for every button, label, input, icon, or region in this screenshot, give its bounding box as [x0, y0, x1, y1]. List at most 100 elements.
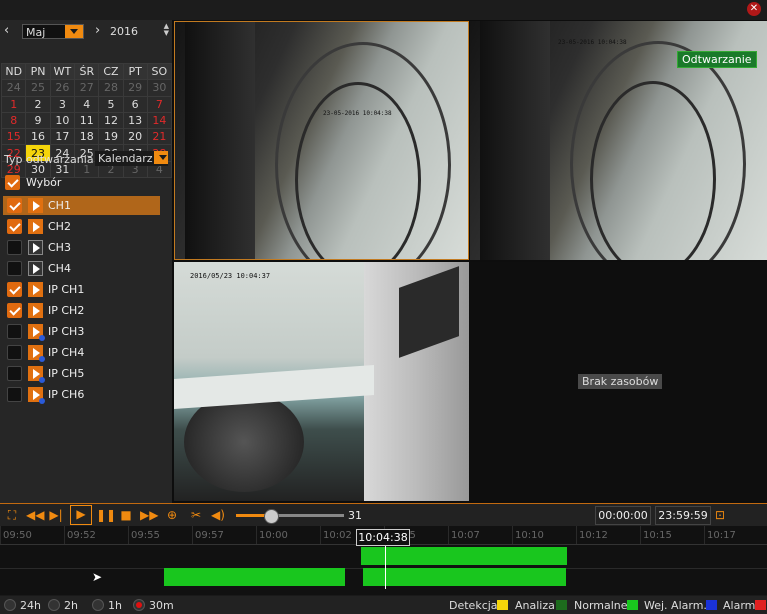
range-radio-1h[interactable] [92, 599, 104, 611]
year-spinner[interactable]: 2016 ▲ ▼ [107, 23, 171, 39]
calendar-day[interactable]: 21 [146, 128, 173, 146]
fullscreen-icon[interactable]: ⛶ [4, 507, 20, 523]
title-bar: ✕ [0, 0, 767, 20]
channel-row[interactable]: IP CH2 [3, 301, 160, 320]
calendar-day[interactable]: 6 [122, 95, 148, 113]
range-radio-24h[interactable] [4, 599, 16, 611]
channel-checkbox[interactable] [7, 198, 22, 213]
timeline-gridline [0, 526, 1, 544]
channel-row[interactable]: CH2 [3, 217, 160, 236]
calendar-day[interactable]: 27 [74, 79, 100, 97]
chart-icon[interactable]: ⊡ [712, 507, 728, 523]
calendar-day[interactable]: 14 [146, 111, 173, 130]
channel-row[interactable]: IP CH6 [3, 385, 160, 404]
volume-icon[interactable]: ◀) [210, 507, 226, 523]
weekday-header: SO [146, 62, 173, 81]
recording-bar [363, 568, 566, 586]
channel-row[interactable]: IP CH1 [3, 280, 160, 299]
channel-checkbox[interactable] [7, 303, 22, 318]
range-radio-30m[interactable] [133, 599, 145, 611]
channel-row[interactable]: CH1 [3, 196, 160, 215]
legend-label: Normalne [574, 599, 628, 612]
timeline-gridline [320, 526, 321, 544]
select-all-row[interactable]: Wybór [3, 173, 163, 192]
prev-month-icon[interactable]: ‹ [4, 23, 9, 38]
calendar-day[interactable]: 5 [98, 95, 124, 113]
playback-type-select[interactable]: Kalendarz [95, 151, 168, 166]
start-time-field[interactable]: 00:00:00 [595, 506, 651, 525]
channel-label: CH3 [48, 241, 71, 254]
play-icon[interactable]: ▶ [70, 505, 92, 525]
channel-checkbox[interactable] [7, 219, 22, 234]
close-icon[interactable]: ✕ [747, 2, 761, 16]
volume-slider-handle[interactable] [264, 509, 279, 524]
video-tile-4[interactable]: Brak zasobów [470, 262, 767, 501]
calendar-day[interactable]: 3 [49, 95, 76, 113]
calendar-day[interactable]: 16 [25, 128, 51, 146]
calendar-day[interactable]: 7 [146, 95, 173, 113]
play-ip-icon [28, 345, 45, 362]
calendar-day[interactable]: 8 [0, 111, 27, 130]
calendar-day[interactable]: 20 [122, 128, 148, 146]
month-select[interactable]: Maj [22, 24, 84, 39]
month-value: Maj [26, 26, 46, 39]
timeline-cursor[interactable] [385, 544, 386, 589]
calendar-day[interactable]: 18 [74, 128, 100, 146]
channel-row[interactable]: IP CH3 [3, 322, 160, 341]
calendar-day[interactable]: 19 [98, 128, 124, 146]
zoom-icon[interactable]: ⊕ [164, 507, 180, 523]
channel-checkbox[interactable] [7, 324, 22, 339]
clip-icon[interactable]: ✂ [188, 507, 204, 523]
calendar-day[interactable]: 11 [74, 111, 100, 130]
calendar-day[interactable]: 30 [146, 79, 173, 97]
pause-icon[interactable]: ❚❚ [96, 507, 116, 523]
calendar-day[interactable]: 1 [0, 95, 27, 113]
calendar-day[interactable]: 28 [98, 79, 124, 97]
calendar-day[interactable]: 17 [49, 128, 76, 146]
channel-checkbox[interactable] [7, 261, 22, 276]
calendar-day[interactable]: 29 [122, 79, 148, 97]
calendar-day[interactable]: 4 [74, 95, 100, 113]
calendar-day[interactable]: 15 [0, 128, 27, 146]
channel-checkbox[interactable] [7, 282, 22, 297]
channel-checkbox[interactable] [7, 387, 22, 402]
chevron-down-icon [65, 25, 83, 38]
legend-label: Analiza [515, 599, 555, 612]
weekday-header: PT [122, 62, 148, 81]
stop-icon[interactable]: ■ [118, 507, 134, 523]
channel-row[interactable]: CH3 [3, 238, 160, 257]
volume-slider[interactable] [236, 509, 344, 524]
timeline-tick-label: 09:55 [131, 530, 160, 541]
calendar-day[interactable]: 12 [98, 111, 124, 130]
fast-forward-icon[interactable]: ▶▶ [140, 507, 158, 523]
calendar-day[interactable]: 25 [25, 79, 51, 97]
channel-checkbox[interactable] [7, 240, 22, 255]
calendar-day[interactable]: 26 [49, 79, 76, 97]
step-back-icon[interactable]: ▶| [48, 507, 64, 523]
channel-row[interactable]: IP CH4 [3, 343, 160, 362]
calendar-day[interactable]: 9 [25, 111, 51, 130]
timeline-gridline [704, 526, 705, 544]
channel-checkbox[interactable] [7, 345, 22, 360]
calendar-day[interactable]: 24 [0, 79, 27, 97]
spinner-arrows-icon[interactable]: ▲ ▼ [164, 23, 169, 37]
calendar-day[interactable]: 10 [49, 111, 76, 130]
rewind-icon[interactable]: ◀◀ [26, 507, 44, 523]
timeline[interactable]: 09:5009:5209:5509:5710:0010:0210:0510:07… [0, 526, 767, 595]
range-label: 1h [108, 599, 122, 612]
video-tile-3[interactable]: 2016/05/23 10:04:37 [174, 262, 469, 501]
video-tile-1[interactable]: 23-05-2016 10:04:38 [174, 21, 469, 260]
select-all-checkbox[interactable] [5, 175, 20, 190]
channel-label: IP CH5 [48, 367, 85, 380]
channel-row[interactable]: CH4 [3, 259, 160, 278]
channel-checkbox[interactable] [7, 366, 22, 381]
legend-label: Detekcja [449, 599, 498, 612]
end-time-field[interactable]: 23:59:59 [655, 506, 711, 525]
calendar-day[interactable]: 2 [25, 95, 51, 113]
calendar-day[interactable]: 13 [122, 111, 148, 130]
channel-row[interactable]: IP CH5 [3, 364, 160, 383]
next-month-icon[interactable]: › [95, 23, 100, 38]
range-radio-2h[interactable] [48, 599, 60, 611]
legend-bar: 24h 2h 1h 30m Detekcja Analiza Normalne Wej. A… [0, 596, 767, 614]
video-tile-2[interactable]: 23-05-2016 10:04:38 Odtwarzanie [470, 21, 767, 260]
